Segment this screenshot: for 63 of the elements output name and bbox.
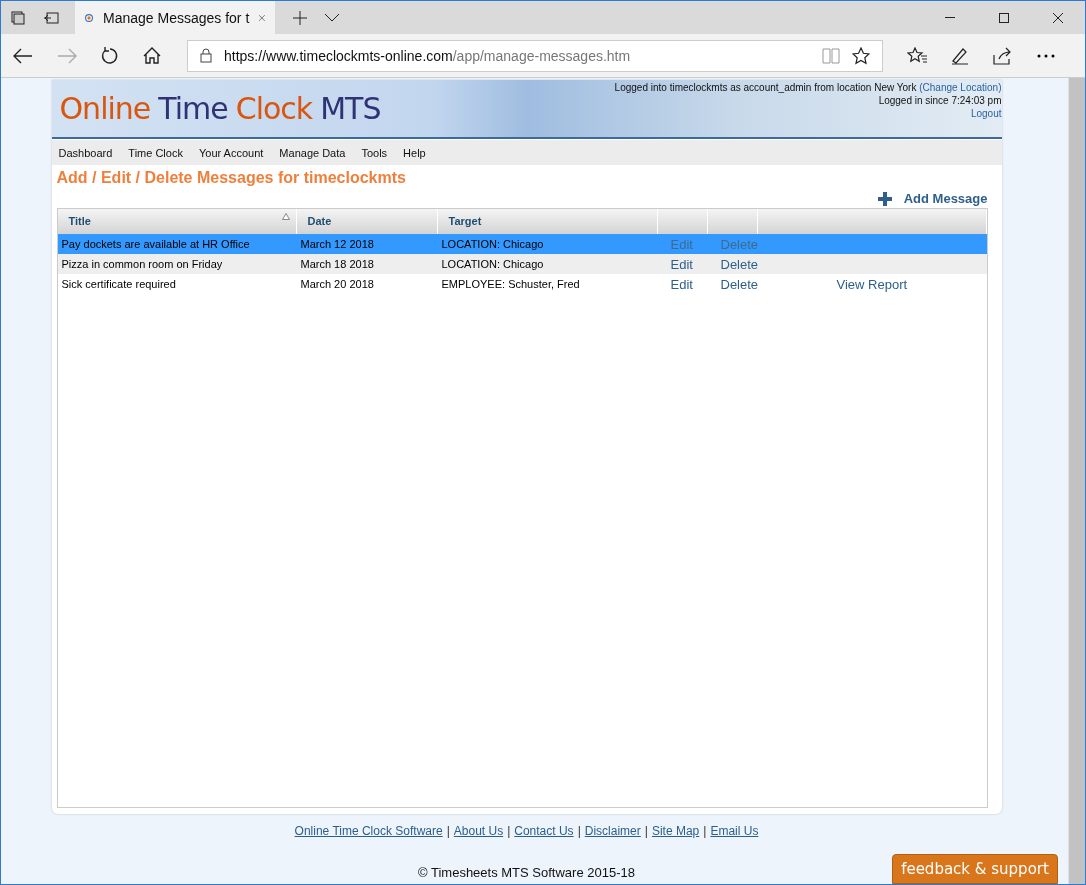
change-location-link[interactable]: (Change Location)	[919, 82, 1002, 93]
scrollbar[interactable]	[1068, 78, 1085, 884]
login-time: Logged in since 7:24:03 pm	[877, 94, 1002, 107]
new-tab-icon[interactable]	[293, 10, 307, 25]
table-cell-text: March 20 2018	[299, 278, 375, 290]
login-info: Logged into timeclockmts as account_admin from location New York	[614, 82, 917, 93]
view-report-link[interactable]: View Report	[836, 276, 908, 292]
footer-link[interactable]: Contact Us	[514, 824, 574, 838]
separator: |	[703, 824, 707, 838]
menu-item[interactable]: Help	[403, 146, 426, 159]
table-cell-text: LOCATION: Chicago	[440, 238, 545, 250]
page-heading: Add / Edit / Delete Messages for timeclockmts	[56, 169, 407, 187]
footer-link[interactable]: Site Map	[651, 824, 700, 838]
share-icon[interactable]	[993, 46, 1013, 65]
set-aside-tabs-icon[interactable]	[43, 10, 59, 25]
table-cell-text: March 18 2018	[299, 258, 375, 270]
footer-link[interactable]: Online Time Clock Software	[294, 824, 443, 838]
maximize-icon[interactable]	[999, 12, 1009, 23]
menu-item[interactable]: Time Clock	[128, 146, 183, 159]
delete-link[interactable]: Delete	[720, 256, 759, 272]
edit-link[interactable]: Edit	[670, 276, 693, 292]
copyright: © Timesheets MTS Software 2015-18	[418, 865, 635, 880]
close-icon[interactable]	[1053, 12, 1063, 23]
home-icon[interactable]	[143, 47, 161, 64]
table-cell-text: March 12 2018	[299, 238, 375, 250]
back-arrow-icon[interactable]	[13, 47, 33, 64]
separator: |	[507, 824, 511, 838]
menu-item[interactable]: Dashboard	[58, 146, 113, 159]
table-cell-text: EMPLOYEE: Schuster, Fred	[440, 278, 581, 290]
logout-link[interactable]: Logout	[970, 108, 1002, 119]
separator: |	[577, 824, 581, 838]
pen-icon[interactable]	[951, 46, 969, 65]
footer-link[interactable]: About Us	[453, 824, 504, 838]
footer-link[interactable]: Disclaimer	[584, 824, 641, 838]
menu-item[interactable]: Your Account	[198, 146, 264, 159]
footer-link[interactable]: Email Us	[710, 824, 759, 838]
tab-title: Manage Messages for t	[103, 9, 250, 26]
logo: Online Time Clock MTS	[58, 90, 381, 128]
star-icon[interactable]	[852, 46, 870, 65]
plus-icon	[877, 192, 892, 206]
delete-link[interactable]: Delete	[720, 276, 759, 292]
favorites-icon[interactable]	[907, 46, 927, 65]
table-cell-text: Sick certificate required	[60, 278, 177, 290]
address-bar[interactable]: https://www.timeclockmts-online.com/app/manage-messages.htm	[187, 39, 883, 72]
menu-item[interactable]: Manage Data	[279, 146, 346, 159]
separator: |	[644, 824, 648, 838]
edit-link[interactable]: Edit	[670, 256, 693, 272]
add-message-button[interactable]: Add Message	[877, 191, 988, 206]
menu-item[interactable]: Tools	[361, 146, 388, 159]
separator: |	[446, 824, 450, 838]
browser-tab[interactable]: Manage Messages for t	[75, 1, 275, 34]
table-cell-text: LOCATION: Chicago	[440, 258, 545, 270]
table-cell-text: Pizza in common room on Friday	[60, 258, 224, 270]
table-row[interactable]: Pizza in common room on Friday March 18 2018 LOCATION: Chicago Edit Delete	[57, 254, 987, 274]
tabs-icon[interactable]	[11, 10, 25, 25]
refresh-icon[interactable]	[101, 46, 119, 65]
table-cell-text: Pay dockets are available at HR Office	[60, 238, 251, 250]
url-text: https://www.timeclockmts-online.com/app/manage-messages.htm	[224, 47, 631, 64]
chevron-down-icon[interactable]	[325, 13, 339, 22]
sort-arrow-icon	[281, 213, 290, 220]
more-icon[interactable]	[1037, 53, 1055, 58]
table-row[interactable]: Sick certificate required March 20 2018 EMPLOYEE: Schuster, Fred Edit Delete View Report	[57, 274, 987, 294]
lock-icon	[200, 48, 212, 63]
